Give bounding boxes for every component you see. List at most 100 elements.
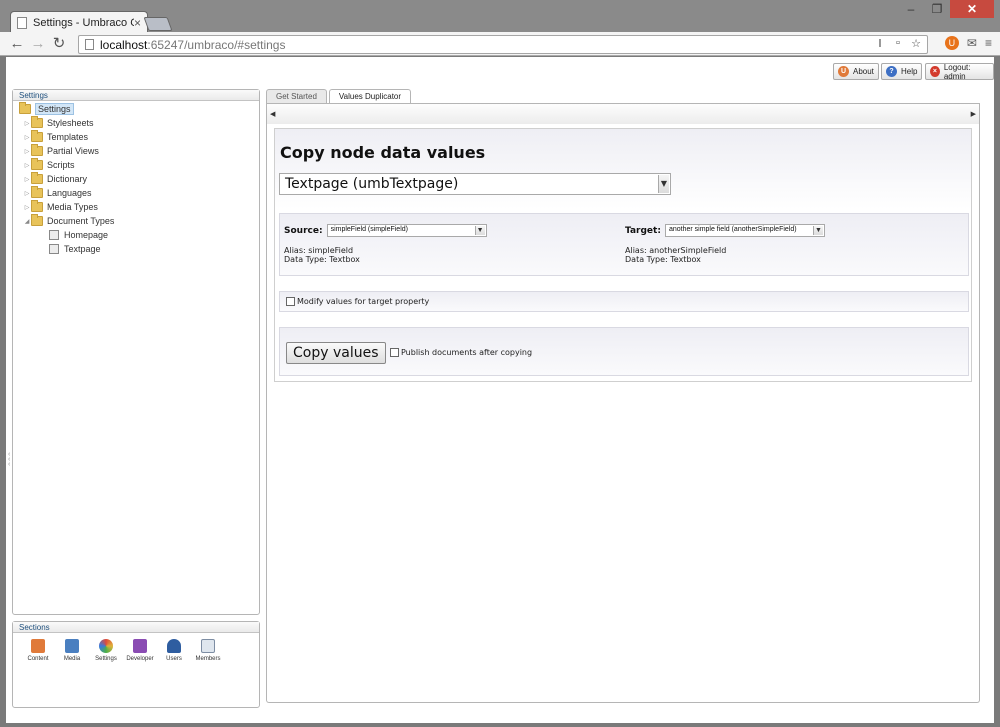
back-icon[interactable]: ← (8, 35, 26, 53)
expand-arrow-icon[interactable]: ▷ (23, 120, 31, 127)
source-datatype: Data Type: Textbox (284, 255, 360, 264)
sections-panel-title: Sections (13, 622, 259, 633)
forward-icon[interactable]: → (29, 35, 47, 53)
folder-icon (31, 144, 43, 156)
copy-values-button[interactable]: Copy values (286, 342, 386, 364)
target-select-value: another simple field (anotherSimpleField… (668, 226, 797, 233)
settings-tree: Settings ▷ Stylesheets ▷ Templates ▷ Par… (13, 101, 259, 256)
browser-toolbar: ← → ↻ localhost:65247/umbraco/#settings … (0, 32, 1000, 56)
section-settings[interactable]: Settings (89, 639, 123, 662)
target-select[interactable]: another simple field (anotherSimpleField… (664, 224, 825, 237)
publish-after-copy-checkbox[interactable] (390, 348, 399, 357)
about-label: About (853, 67, 874, 76)
expand-arrow-icon[interactable]: ▷ (23, 190, 31, 197)
address-bar[interactable]: localhost:65247/umbraco/#settings Ⅰ ▫ ☆ (78, 35, 928, 54)
tree-root-label: Settings (35, 103, 74, 115)
reload-icon[interactable]: ↻ (50, 35, 68, 53)
tree-root[interactable]: Settings (13, 102, 259, 116)
modify-values-label: Modify values for target property (297, 297, 430, 306)
page-info-icon (85, 39, 94, 50)
tab-close-icon[interactable]: × (134, 16, 141, 30)
section-label: Users (166, 656, 182, 662)
doctype-select[interactable]: Textpage (umbTextpage) ▼ (279, 173, 671, 195)
members-icon (201, 639, 215, 653)
folder-icon (31, 214, 43, 226)
about-button[interactable]: U About (833, 63, 879, 80)
tree-panel: Settings Settings ▷ Stylesheets ▷ Templa… (12, 89, 260, 615)
section-label: Settings (95, 656, 117, 662)
expand-arrow-icon[interactable]: ▷ (23, 176, 31, 183)
tree-item-label: Textpage (64, 244, 101, 254)
tree-item-label: Languages (47, 188, 92, 198)
tree-item-label: Stylesheets (47, 118, 94, 128)
modify-values-checkbox[interactable] (286, 297, 295, 306)
document-type-icon (49, 230, 59, 240)
tree-item-label: Scripts (47, 160, 75, 170)
folder-icon (31, 172, 43, 184)
tab-get-started[interactable]: Get Started (266, 89, 327, 103)
tree-item-label: Document Types (47, 216, 115, 226)
tree-item-textpage[interactable]: Textpage (13, 242, 259, 256)
tree-item-scripts[interactable]: ▷ Scripts (13, 158, 259, 172)
section-members[interactable]: Members (191, 639, 225, 662)
browser-tab[interactable]: Settings - Umbraco CMS × (10, 11, 148, 33)
maximize-button[interactable]: ❐ (924, 0, 950, 18)
tree-item-document-types[interactable]: ◢ Document Types (13, 214, 259, 228)
tab-values-duplicator[interactable]: Values Duplicator (328, 89, 412, 104)
tree-item-homepage[interactable]: Homepage (13, 228, 259, 242)
logout-label: Logout: admin (943, 62, 971, 81)
media-icon (65, 639, 79, 653)
section-label: Members (195, 656, 221, 662)
logout-icon: × (930, 66, 940, 77)
tree-item-media-types[interactable]: ▷ Media Types (13, 200, 259, 214)
tree-item-stylesheets[interactable]: ▷ Stylesheets (13, 116, 259, 130)
users-icon (167, 639, 181, 653)
content-icon (31, 639, 45, 653)
tree-item-label: Dictionary (47, 174, 88, 184)
chevron-down-icon: ▼ (474, 226, 485, 235)
expand-arrow-icon[interactable]: ▷ (23, 162, 31, 169)
umbraco-extension-icon[interactable]: U (944, 36, 959, 50)
scroll-right-icon[interactable]: ▶ (971, 110, 976, 118)
folder-icon (31, 116, 43, 128)
chevron-down-icon: ▼ (812, 226, 823, 235)
minimize-button[interactable]: – (898, 0, 924, 18)
chevron-down-icon: ▼ (658, 175, 669, 193)
mail-icon[interactable]: ✉ (967, 36, 977, 50)
tree-item-label: Media Types (47, 202, 98, 212)
page-action-icon[interactable]: ▫ (891, 37, 905, 50)
bookmark-star-icon[interactable]: ☆ (909, 37, 923, 50)
section-label: Developer (126, 656, 154, 662)
sections-panel: Sections Content Media Settings Develope… (12, 621, 260, 708)
source-select[interactable]: simpleField (simpleField) ▼ (326, 224, 487, 237)
copy-actions-box: Copy values Publish documents after copy… (279, 327, 969, 376)
section-developer[interactable]: Developer (123, 639, 157, 662)
tree-item-partial-views[interactable]: ▷ Partial Views (13, 144, 259, 158)
expand-arrow-icon[interactable]: ▷ (23, 148, 31, 155)
scroll-left-icon[interactable]: ◀ (270, 110, 275, 118)
logout-button[interactable]: × Logout: admin (925, 62, 994, 81)
tree-item-dictionary[interactable]: ▷ Dictionary (13, 172, 259, 186)
tree-item-languages[interactable]: ▷ Languages (13, 186, 259, 200)
tree-item-label: Homepage (64, 230, 109, 240)
page-icon (17, 16, 27, 29)
reader-icon[interactable]: Ⅰ (873, 37, 887, 50)
expand-arrow-icon[interactable]: ▷ (23, 134, 31, 141)
panel-splitter-handle[interactable]: ‹ ‹ ‹ (8, 451, 10, 468)
tree-item-templates[interactable]: ▷ Templates (13, 130, 259, 144)
close-window-button[interactable]: ✕ (950, 0, 994, 18)
target-label: Target: (625, 225, 661, 236)
content-frame: Copy node data values Textpage (umbTextp… (266, 124, 980, 703)
section-media[interactable]: Media (55, 639, 89, 662)
new-tab-button[interactable] (143, 17, 173, 31)
property-mapping-box: Source: simpleField (simpleField) ▼ Alia… (279, 213, 969, 276)
expand-arrow-icon[interactable]: ▷ (23, 204, 31, 211)
modify-options-box: Modify values for target property (279, 291, 969, 312)
folder-icon (31, 158, 43, 170)
section-users[interactable]: Users (157, 639, 191, 662)
menu-icon[interactable]: ≡ (985, 36, 992, 50)
folder-icon (19, 102, 31, 114)
section-content[interactable]: Content (21, 639, 55, 662)
help-button[interactable]: ? Help (881, 63, 923, 80)
collapse-arrow-icon[interactable]: ◢ (23, 218, 31, 225)
